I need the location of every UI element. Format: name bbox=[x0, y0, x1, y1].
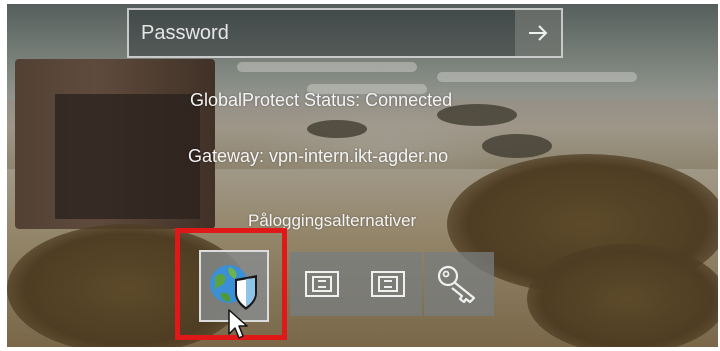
signin-option-smart-card[interactable] bbox=[290, 252, 354, 316]
arrow-right-icon bbox=[529, 25, 548, 41]
smart-card-pin-icon bbox=[371, 271, 405, 297]
mouse-cursor-icon bbox=[228, 309, 248, 339]
key-icon bbox=[437, 265, 476, 304]
smart-card-icon bbox=[305, 271, 339, 297]
gateway-label: Gateway: vpn-intern.ikt-agder.no bbox=[188, 146, 449, 166]
password-field-container bbox=[127, 8, 563, 58]
submit-button[interactable] bbox=[515, 10, 561, 56]
globalprotect-status: GlobalProtect Status: Connected bbox=[190, 90, 453, 110]
password-input[interactable] bbox=[129, 10, 509, 56]
signin-option-smart-card-pin[interactable] bbox=[354, 252, 422, 316]
signin-option-password-key[interactable] bbox=[424, 252, 494, 316]
